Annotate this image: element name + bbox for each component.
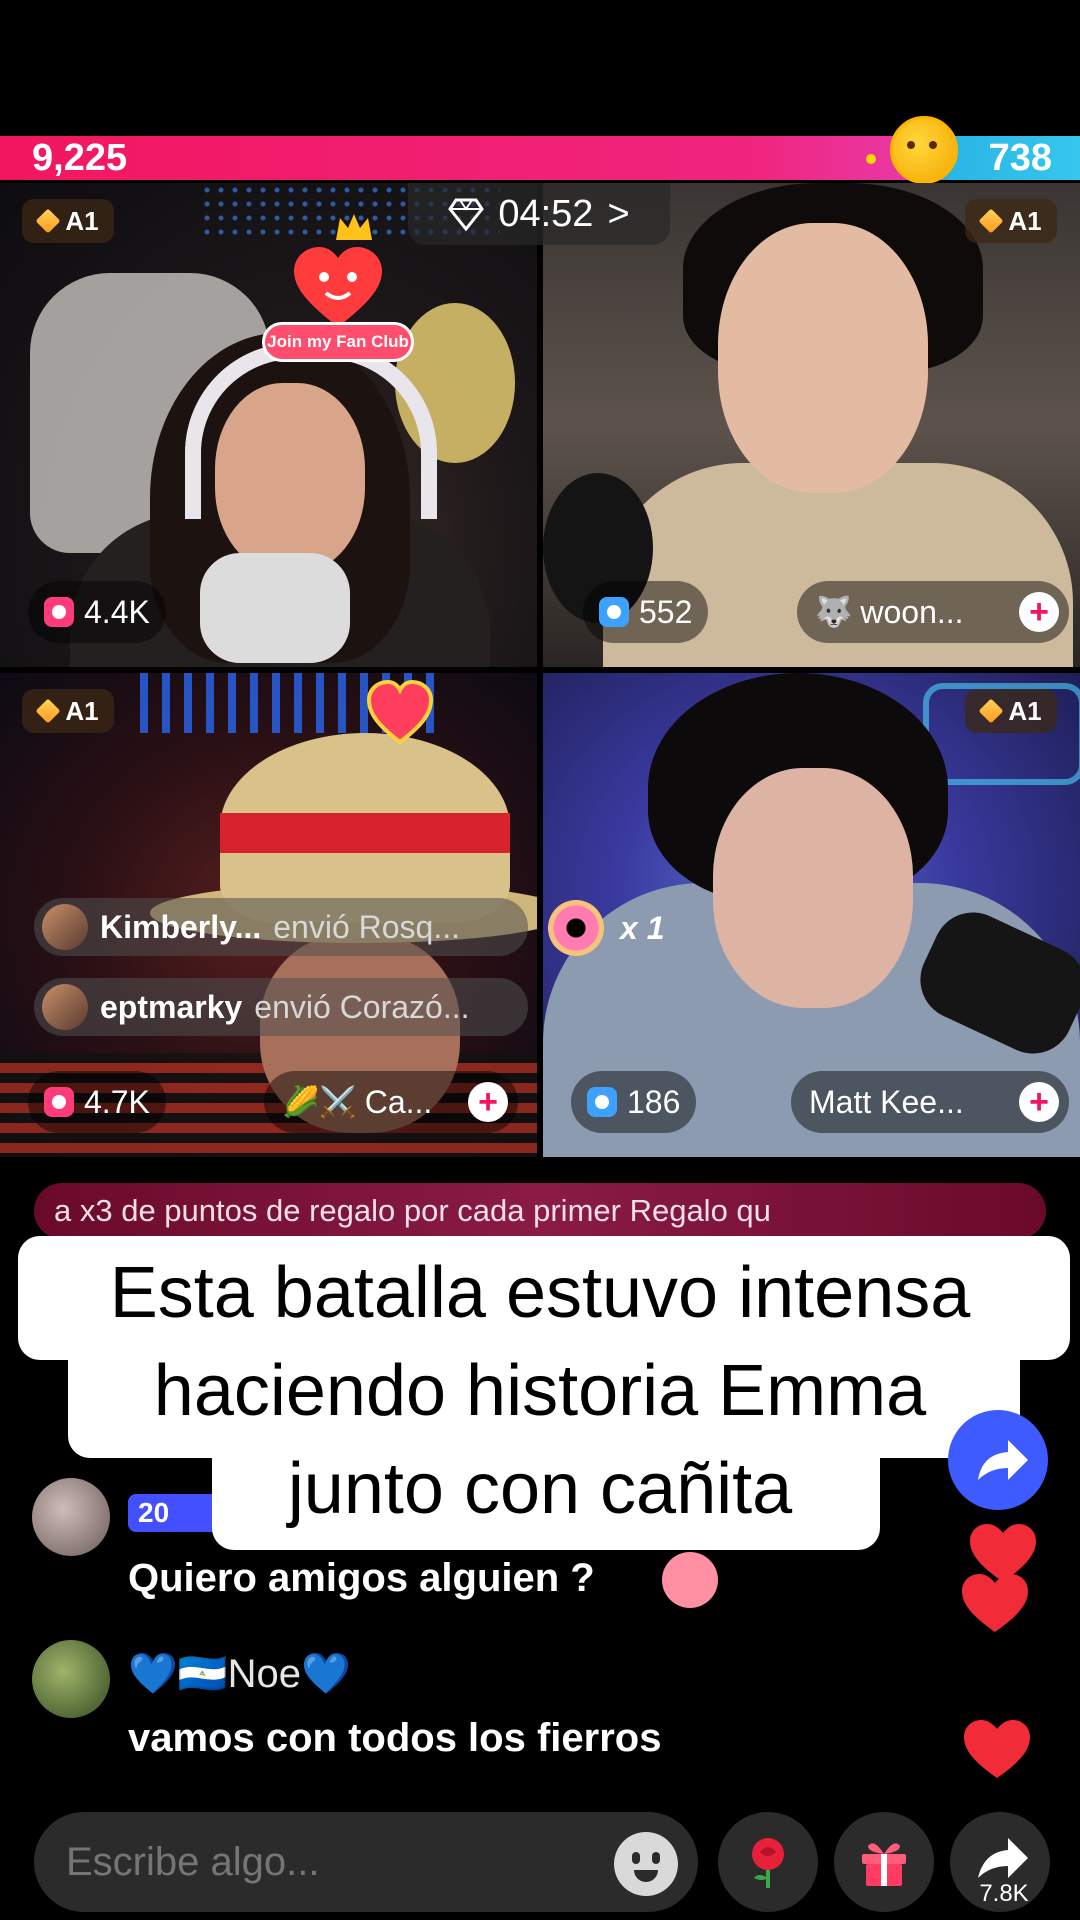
gift-sender: eptmarky <box>100 988 243 1025</box>
heart-sticker-icon <box>366 679 434 745</box>
diamond-icon <box>978 698 1004 724</box>
share-count: 7.8K <box>979 1880 1029 1907</box>
gem-icon <box>448 198 485 232</box>
host-name: woon... <box>860 593 964 630</box>
diamond-icon <box>35 208 61 234</box>
rank-badge[interactable]: A1 <box>965 689 1057 733</box>
gift-combo: x 1 <box>548 900 664 956</box>
headphones <box>185 343 437 519</box>
battle-emoji-icon <box>890 116 958 184</box>
follow-plus-icon[interactable]: + <box>1019 1082 1059 1122</box>
gift-action: envió Corazó... <box>254 988 470 1025</box>
viewer-count[interactable]: 4.7K <box>28 1071 166 1133</box>
viewer-count-label: 4.7K <box>84 1083 150 1120</box>
gift-action: envió Rosq... <box>273 908 460 945</box>
emoji-icon[interactable] <box>614 1832 678 1896</box>
camera-icon <box>599 597 629 627</box>
viewer-count[interactable]: 186 <box>571 1071 697 1133</box>
streamer-face <box>718 223 928 493</box>
gift-sender: Kimberly... <box>100 908 262 945</box>
host-name-pill[interactable]: 🌽⚔️ Ca... + <box>264 1071 518 1133</box>
rose-icon <box>752 1838 784 1888</box>
score-right: 738 <box>988 137 1052 179</box>
gift-combo-count: x 1 <box>620 909 665 946</box>
chat-username[interactable]: 💙🇳🇮Noe💙 <box>128 1650 351 1697</box>
gift-box-icon <box>862 1843 906 1886</box>
host-name: Ca... <box>364 1083 433 1120</box>
follow-plus-icon[interactable]: + <box>468 1082 508 1122</box>
heart-icon <box>964 1720 1030 1778</box>
viewer-count[interactable]: 4.4K <box>28 581 166 643</box>
avatar[interactable] <box>32 1640 110 1718</box>
battle-timer[interactable]: 04:52 > <box>408 183 670 245</box>
streamer-face <box>713 768 913 1008</box>
diamond-icon <box>35 698 61 724</box>
fan-club-button[interactable]: Join my Fan Club <box>262 322 414 362</box>
avatar <box>42 984 88 1030</box>
viewer-count[interactable]: 552 <box>583 581 709 643</box>
donut-gift-icon <box>548 900 604 956</box>
gift-notification[interactable]: eptmarky envió Corazó... <box>34 978 528 1036</box>
rank-badge[interactable]: A1 <box>22 689 114 733</box>
microphone <box>200 553 350 663</box>
fan-club-heart-icon[interactable] <box>290 245 386 331</box>
comment-input[interactable] <box>34 1812 698 1912</box>
chat-message: Quiero amigos alguien ? <box>128 1556 595 1600</box>
heart-icon <box>962 1574 1028 1632</box>
gift-notification[interactable]: Kimberly... envió Rosq... <box>34 898 528 956</box>
kiss-emoji-icon <box>662 1552 718 1608</box>
wolf-icon: 🐺 <box>815 595 853 629</box>
camera-icon <box>44 1087 74 1117</box>
diamond-icon <box>978 208 1004 234</box>
host-name: Matt Kee... <box>809 1083 964 1120</box>
share-bubble[interactable] <box>948 1410 1048 1510</box>
corn-sword-icon: 🌽⚔️ <box>282 1085 357 1119</box>
gift-button[interactable] <box>834 1812 934 1912</box>
hat-band <box>220 813 510 853</box>
viewer-count-label: 4.4K <box>84 593 150 630</box>
rank-badge[interactable]: A1 <box>22 199 114 243</box>
rank-label: A1 <box>1008 695 1042 726</box>
follow-plus-icon[interactable]: + <box>1019 592 1059 632</box>
timer-value: 04:52 <box>498 192 594 235</box>
host-name-pill[interactable]: Matt Kee... + <box>791 1071 1069 1133</box>
caption-line: junto con cañita <box>287 1449 793 1529</box>
rank-label: A1 <box>1008 205 1042 236</box>
caption-line: haciendo historia Emma <box>153 1351 927 1431</box>
promo-banner[interactable]: a x3 de puntos de regalo por cada primer… <box>34 1183 1046 1239</box>
share-arrow-icon <box>978 1440 1028 1480</box>
rank-badge[interactable]: A1 <box>965 199 1057 243</box>
score-left: 9,225 <box>32 137 128 179</box>
crown-icon <box>336 214 372 240</box>
caption-line: Esta batalla estuvo intensa <box>109 1253 971 1333</box>
chat-message: vamos con todos los fierros <box>128 1716 662 1760</box>
camera-icon <box>587 1087 617 1117</box>
rose-gift-button[interactable] <box>718 1812 818 1912</box>
video-tile-2[interactable]: A1 552 🐺 woon... + <box>543 183 1080 667</box>
avatar <box>42 904 88 950</box>
viewer-count-label: 186 <box>627 1083 681 1120</box>
spark-icon <box>866 154 876 164</box>
rank-label: A1 <box>65 695 99 726</box>
viewer-count-label: 552 <box>639 593 693 630</box>
chevron-right-icon: > <box>607 192 630 235</box>
host-name-pill[interactable]: 🐺 woon... + <box>797 581 1069 643</box>
rank-label: A1 <box>65 205 99 236</box>
camera-icon <box>44 597 74 627</box>
video-tile-1[interactable]: A1 4.4K <box>0 183 537 667</box>
